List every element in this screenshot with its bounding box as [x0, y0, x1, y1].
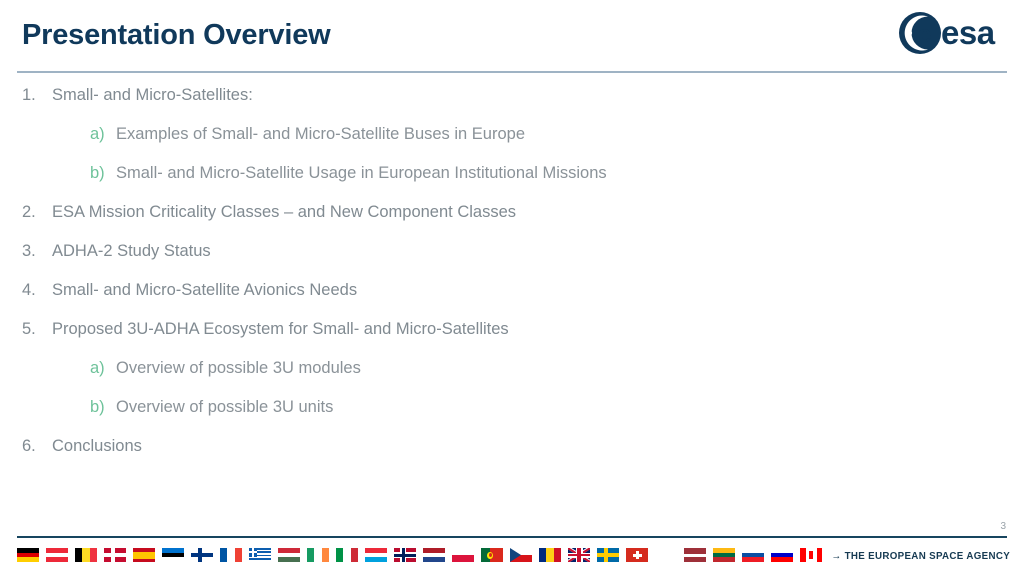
flag-icon-switzerland	[626, 548, 648, 562]
page-title: Presentation Overview	[22, 19, 331, 51]
flag-icon-greece	[249, 548, 271, 562]
flag-icon-italy	[336, 548, 358, 562]
list-item-marker: b)	[90, 398, 105, 416]
list-item[interactable]: a) Examples of Small- and Micro-Satellit…	[0, 123, 1024, 162]
list-item-marker: a)	[90, 125, 105, 143]
esa-logo: e esa	[897, 11, 1010, 55]
list-item[interactable]: 6. Conclusions	[0, 435, 1024, 474]
list-item[interactable]: b) Overview of possible 3U units	[0, 396, 1024, 435]
list-item-label: Overview of possible 3U modules	[116, 359, 361, 377]
flag-icon-canada	[800, 548, 822, 562]
list-item-label: Conclusions	[52, 437, 142, 455]
flag-icon-finland	[191, 548, 213, 562]
agency-tagline: → THE EUROPEAN SPACE AGENCY	[831, 550, 1010, 562]
flag-icon-germany	[17, 548, 39, 562]
list-item-label: ESA Mission Criticality Classes – and Ne…	[52, 203, 517, 221]
flag-icon-netherlands	[423, 548, 445, 562]
list-item[interactable]: a) Overview of possible 3U modules	[0, 357, 1024, 396]
list-item-label: ADHA-2 Study Status	[52, 242, 211, 260]
flag-icon-slovenia	[771, 548, 793, 562]
flag-icon-czech-republic	[510, 548, 532, 562]
flag-icon-belgium	[75, 548, 97, 562]
flag-icon-hungary	[278, 548, 300, 562]
flag-icon-united-kingdom	[568, 548, 590, 562]
footer-divider	[17, 536, 1007, 538]
list-item[interactable]: 4. Small- and Micro-Satellite Avionics N…	[0, 279, 1024, 318]
list-item-marker: b)	[90, 164, 105, 182]
list-item-marker: 6.	[22, 437, 36, 455]
list-item-marker: 4.	[22, 281, 36, 299]
flag-icon-spain	[133, 548, 155, 562]
list-item-label: Small- and Micro-Satellites:	[52, 86, 253, 104]
flag-icon-austria	[46, 548, 68, 562]
list-item-label: Examples of Small- and Micro-Satellite B…	[116, 125, 526, 143]
list-item[interactable]: 2. ESA Mission Criticality Classes – and…	[0, 201, 1024, 240]
slide-header: Presentation Overview e esa	[0, 0, 1024, 73]
flag-icon-norway	[394, 548, 416, 562]
list-item[interactable]: 3. ADHA-2 Study Status	[0, 240, 1024, 279]
flag-icon-estonia	[162, 548, 184, 562]
list-item-marker: a)	[90, 359, 105, 377]
list-item-marker: 3.	[22, 242, 36, 260]
flag-icon-poland	[452, 548, 474, 562]
svg-text:esa: esa	[941, 14, 996, 51]
list-item-label: Overview of possible 3U units	[116, 398, 334, 416]
presentation-outline-list: 1. Small- and Micro-Satellites: a) Examp…	[0, 84, 1024, 474]
flag-icon-lithuania	[713, 548, 735, 562]
flag-icon-slovakia	[742, 548, 764, 562]
slide-number: 3	[1000, 521, 1006, 532]
flag-icon-denmark	[104, 548, 126, 562]
list-item-marker: 1.	[22, 86, 36, 104]
list-item[interactable]: b) Small- and Micro-Satellite Usage in E…	[0, 162, 1024, 201]
svg-text:e: e	[918, 21, 931, 48]
list-item-label: Small- and Micro-Satellite Usage in Euro…	[116, 164, 607, 182]
list-item[interactable]: 1. Small- and Micro-Satellites:	[0, 84, 1024, 123]
esa-logo-graphic: e esa	[899, 12, 996, 54]
flag-icon-portugal	[481, 548, 503, 562]
list-item-label: Small- and Micro-Satellite Avionics Need…	[52, 281, 358, 299]
flag-icon-ireland	[307, 548, 329, 562]
flag-icon-romania	[539, 548, 561, 562]
flag-icon-latvia	[684, 548, 706, 562]
flag-icon-luxembourg	[365, 548, 387, 562]
list-item-marker: 5.	[22, 320, 36, 338]
header-divider	[17, 71, 1007, 73]
list-item[interactable]: 5. Proposed 3U-ADHA Ecosystem for Small-…	[0, 318, 1024, 357]
list-item-marker: 2.	[22, 203, 36, 221]
flag-icon-france	[220, 548, 242, 562]
list-item-label: Proposed 3U-ADHA Ecosystem for Small- an…	[52, 320, 509, 338]
flag-icon-sweden	[597, 548, 619, 562]
